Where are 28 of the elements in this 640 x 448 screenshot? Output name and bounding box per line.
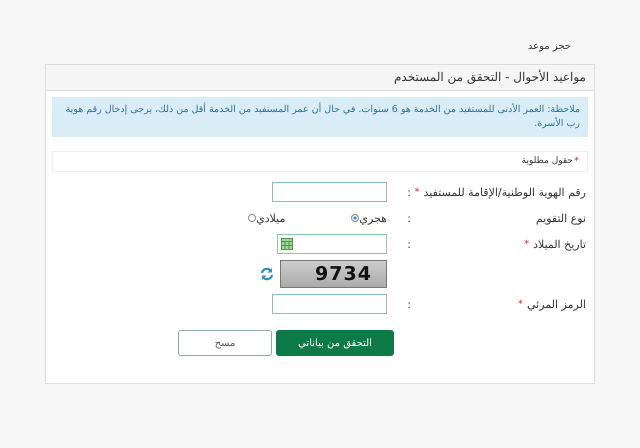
radio-option[interactable]: ميلادي [248, 212, 286, 224]
field-label: الرمز المرئي [526, 298, 586, 310]
calendar-icon[interactable] [281, 238, 293, 250]
asterisk-mark: * [414, 186, 420, 198]
asterisk-mark: * [518, 298, 523, 310]
radio-icon[interactable] [351, 214, 360, 222]
legend-text: حقول مطلوبة [522, 156, 573, 167]
field-label: رقم الهوية الوطنية/الإقامة للمستفيد [424, 186, 586, 198]
captcha-image: 9734 [280, 260, 387, 288]
asterisk-mark: * [574, 156, 579, 167]
field-label: نوع التقويم [536, 212, 586, 224]
colon-text: : [406, 238, 411, 250]
radio-option[interactable]: هجري [351, 212, 387, 224]
text-field[interactable] [272, 294, 387, 314]
panel-title: مواعيد الأحوال - التحقق من المستخدم [46, 65, 594, 91]
note-text: ملاحظة: العمر الأدنى للمستفيد من الخدمة هو 6 سنوات. في حال أن عمر المستفيد من الخدمة أقل من ذلك، يرجى إدخال رقم هوية رب الأسرة. [52, 97, 588, 137]
refresh-icon[interactable] [260, 267, 274, 281]
colon-text: : [406, 186, 411, 198]
clear-button[interactable]: مسح [178, 330, 272, 356]
field-label: تاريخ الميلاد [533, 238, 586, 250]
verify-button[interactable]: التحقق من بياناتي [276, 330, 394, 356]
colon-text: : [406, 212, 411, 224]
breadcrumb[interactable]: حجز موعد [45, 0, 595, 64]
date-field[interactable] [277, 234, 387, 254]
asterisk-mark: * [524, 238, 530, 250]
colon-text: : [406, 298, 411, 310]
text-field[interactable] [272, 182, 387, 202]
radio-icon[interactable] [248, 214, 256, 222]
